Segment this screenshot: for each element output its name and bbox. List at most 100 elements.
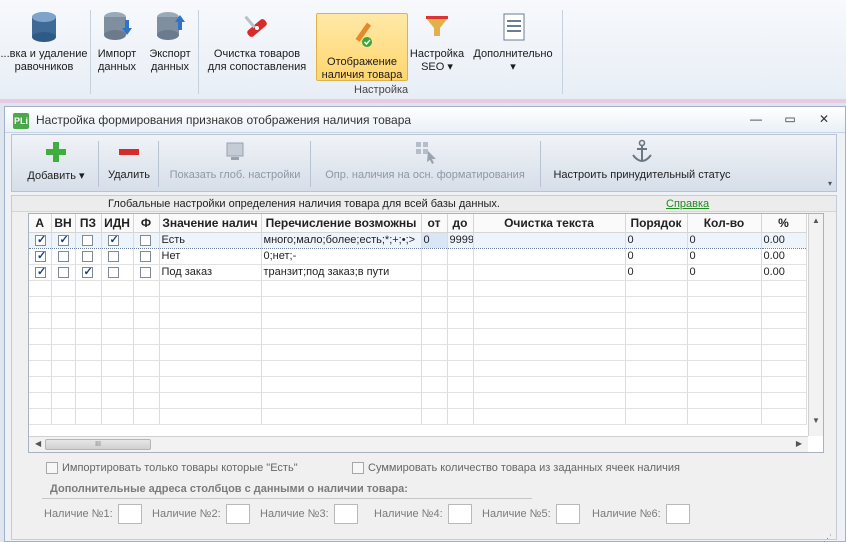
cell-list[interactable] <box>261 312 422 329</box>
cell-vn[interactable] <box>51 248 76 265</box>
col-header-vn[interactable]: ВН <box>51 214 76 233</box>
cell-value[interactable]: Есть <box>159 231 262 249</box>
cell-vn[interactable] <box>51 296 76 313</box>
cell-qty[interactable] <box>687 280 762 297</box>
cell-qty[interactable]: 0 <box>687 264 762 281</box>
cell-order[interactable] <box>625 312 688 329</box>
ribbon-delete-references-button[interactable]: ...вка и удаление равочников <box>0 10 88 82</box>
cell-from[interactable] <box>421 376 448 393</box>
resize-grip-icon[interactable]: ⋰ <box>823 533 832 542</box>
cell-vn[interactable] <box>51 264 76 281</box>
cell-pz[interactable] <box>75 392 102 409</box>
cell-pct[interactable] <box>761 376 807 393</box>
cell-a[interactable] <box>29 392 52 409</box>
cell-to[interactable] <box>447 328 474 345</box>
cell-f[interactable] <box>133 408 160 425</box>
table-row[interactable] <box>29 392 807 409</box>
cell-f[interactable] <box>133 328 160 345</box>
scroll-up-icon[interactable]: ▲ <box>812 216 820 225</box>
col-header-idn[interactable]: ИДН <box>101 214 134 233</box>
cell-from[interactable] <box>421 360 448 377</box>
cell-from[interactable] <box>421 280 448 297</box>
cell-f[interactable] <box>133 280 160 297</box>
cell-idn[interactable] <box>101 312 134 329</box>
cell-value[interactable]: Под заказ <box>159 264 262 281</box>
availability-field-3-input[interactable] <box>333 504 358 524</box>
cell-idn[interactable] <box>101 376 134 393</box>
cell-idn[interactable] <box>101 360 134 377</box>
cell-pct[interactable]: 0.00 <box>761 231 807 249</box>
cell-pct[interactable] <box>761 312 807 329</box>
cell-to[interactable]: 9999 <box>447 231 474 249</box>
checkbox-a[interactable] <box>35 233 46 246</box>
horizontal-scroll-thumb[interactable]: III <box>45 439 151 450</box>
table-row[interactable]: Нет0;нет;-000.00 <box>29 248 807 265</box>
checkbox-f[interactable] <box>139 250 151 262</box>
cell-value[interactable] <box>159 376 262 393</box>
availability-field-2-input[interactable] <box>225 504 250 524</box>
cell-a[interactable] <box>29 312 52 329</box>
cell-value[interactable] <box>159 312 262 329</box>
cell-qty[interactable] <box>687 312 762 329</box>
cell-list[interactable] <box>261 408 422 425</box>
cell-to[interactable] <box>447 344 474 361</box>
cell-to[interactable] <box>447 360 474 377</box>
cell-a[interactable] <box>29 360 52 377</box>
table-row[interactable]: Под заказтранзит;под заказ;в пути000.00 <box>29 264 807 281</box>
col-header-a[interactable]: A <box>29 214 52 233</box>
cell-pz[interactable] <box>75 312 102 329</box>
cell-from[interactable] <box>421 408 448 425</box>
cell-pct[interactable] <box>761 408 807 425</box>
cell-order[interactable]: 0 <box>625 264 688 281</box>
table-row[interactable]: Естьмного;мало;более;есть;*;+;•;>0999900… <box>29 231 807 249</box>
checkbox-idn[interactable] <box>107 250 119 262</box>
cell-pct[interactable]: 0.00 <box>761 248 807 265</box>
cell-clean[interactable] <box>473 231 626 249</box>
cell-idn[interactable] <box>101 408 134 425</box>
cell-list[interactable] <box>261 328 422 345</box>
availability-field-6-input[interactable] <box>665 504 690 524</box>
cell-from[interactable] <box>421 312 448 329</box>
cell-to[interactable] <box>447 312 474 329</box>
cell-order[interactable]: 0 <box>625 231 688 249</box>
cell-order[interactable] <box>625 360 688 377</box>
availability-field-5-input[interactable] <box>555 504 580 524</box>
cell-pz[interactable] <box>75 328 102 345</box>
cell-value[interactable] <box>159 344 262 361</box>
cell-idn[interactable] <box>101 280 134 297</box>
cell-pz[interactable] <box>75 248 102 265</box>
cell-idn[interactable] <box>101 264 134 281</box>
availability-field-4-input[interactable] <box>447 504 472 524</box>
scroll-left-icon[interactable]: ◀ <box>35 439 41 448</box>
cell-list[interactable]: транзит;под заказ;в пути <box>261 264 422 281</box>
checkbox-pz[interactable] <box>81 250 93 262</box>
checkbox-vn[interactable] <box>57 266 69 278</box>
cell-vn[interactable] <box>51 408 76 425</box>
cell-pct[interactable] <box>761 328 807 345</box>
cell-pz[interactable] <box>75 264 102 281</box>
import-only-checkbox[interactable] <box>46 462 58 475</box>
cell-f[interactable] <box>133 360 160 377</box>
cell-a[interactable] <box>29 408 52 425</box>
ribbon-import-button[interactable]: Импорт данных <box>94 10 140 82</box>
cell-f[interactable] <box>133 264 160 281</box>
cell-clean[interactable] <box>473 296 626 313</box>
import-only-available-option[interactable]: Импортировать только товары которые "Ест… <box>46 462 298 475</box>
cell-pz[interactable] <box>75 360 102 377</box>
col-header-pz[interactable]: ПЗ <box>75 214 102 233</box>
cell-qty[interactable]: 0 <box>687 231 762 249</box>
cell-a[interactable] <box>29 280 52 297</box>
ribbon-availability-display-button[interactable]: Отображение наличия товара <box>316 13 408 81</box>
sum-quantity-checkbox[interactable] <box>352 462 364 475</box>
cell-to[interactable] <box>447 280 474 297</box>
cell-list[interactable] <box>261 360 422 377</box>
cell-list[interactable] <box>261 344 422 361</box>
col-header-list[interactable]: Перечисление возможны <box>261 214 422 233</box>
cell-to[interactable] <box>447 376 474 393</box>
checkbox-pz[interactable] <box>81 265 93 278</box>
cell-qty[interactable] <box>687 328 762 345</box>
toolbar-overflow-icon[interactable]: ▾ <box>828 179 832 188</box>
cell-value[interactable] <box>159 408 262 425</box>
cell-f[interactable] <box>133 248 160 265</box>
table-row[interactable] <box>29 280 807 297</box>
